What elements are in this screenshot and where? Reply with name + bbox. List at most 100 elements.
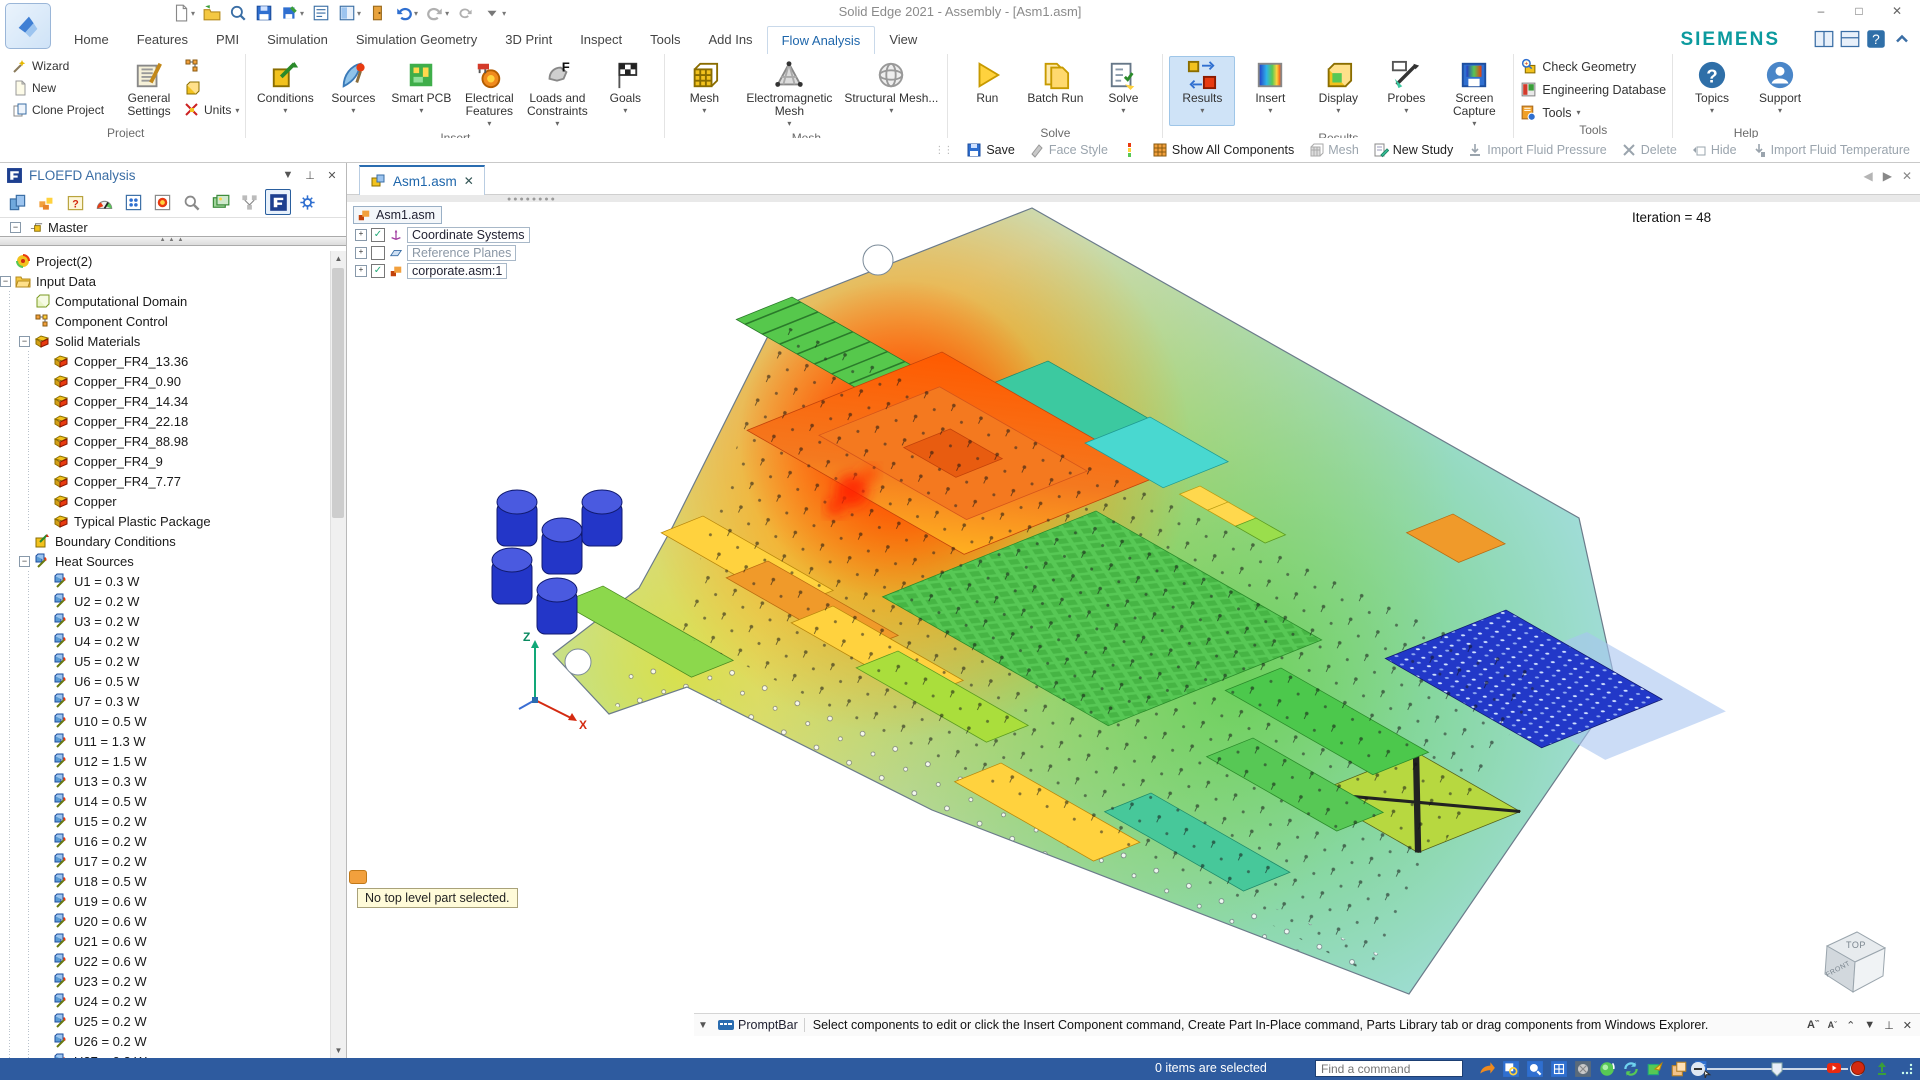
panel-tab-component-grid-icon[interactable] bbox=[33, 189, 59, 215]
tree-item[interactable]: U1 = 0.3 W bbox=[0, 571, 331, 591]
ribbon-tab-tools[interactable]: Tools bbox=[636, 26, 694, 54]
prompt-bar-label[interactable]: PromptBar bbox=[712, 1018, 805, 1032]
fit-icon[interactable] bbox=[1550, 1060, 1568, 1078]
pin-icon[interactable]: ⊥ bbox=[302, 169, 318, 182]
ribbon-button-batch-run[interactable]: Batch Run bbox=[1022, 56, 1088, 126]
overlay-item[interactable]: + ✓ Coordinate Systems bbox=[355, 227, 530, 243]
ribbon-iconbutton-component-structure-icon[interactable] bbox=[184, 56, 239, 76]
ribbon-button-insert[interactable]: Insert▾ bbox=[1237, 56, 1303, 126]
window-layout-icon[interactable] bbox=[1840, 29, 1860, 49]
tree-item[interactable]: U16 = 0.2 W bbox=[0, 831, 331, 851]
command-arrow-icon[interactable] bbox=[1478, 1060, 1496, 1078]
panel-tab-help-folder-icon[interactable]: ? bbox=[62, 189, 88, 215]
ribbon-button-conditions[interactable]: Conditions▾ bbox=[252, 56, 318, 126]
tree-item[interactable]: U3 = 0.2 W bbox=[0, 611, 331, 631]
toolbar-button-bar-style-icon[interactable] bbox=[1122, 142, 1138, 158]
tree-item[interactable]: Boundary Conditions bbox=[0, 531, 331, 551]
tree-item[interactable]: U27 = 0.2 W bbox=[0, 1051, 331, 1058]
tree-item[interactable]: U13 = 0.3 W bbox=[0, 771, 331, 791]
overlay-item[interactable]: + ✓ corporate.asm:1 bbox=[355, 263, 530, 279]
ribbon-button-wizard[interactable]: Wizard bbox=[12, 56, 114, 76]
expander-icon[interactable]: + bbox=[355, 247, 367, 259]
ribbon-button-mesh[interactable]: Mesh▾ bbox=[671, 56, 737, 126]
app-logo-button[interactable] bbox=[5, 3, 51, 49]
window-tile-icon[interactable] bbox=[1814, 29, 1834, 49]
tree-item[interactable]: U24 = 0.2 W bbox=[0, 991, 331, 1011]
ribbon-button-electrical-features[interactable]: Electrical Features▾ bbox=[456, 56, 522, 131]
ribbon-tab-inspect[interactable]: Inspect bbox=[566, 26, 636, 54]
expander-icon[interactable]: − bbox=[10, 222, 21, 233]
ribbon-button-goals[interactable]: Goals▾ bbox=[592, 56, 658, 126]
close-all-icon[interactable]: ✕ bbox=[1902, 169, 1912, 183]
close-tab-icon[interactable]: ✕ bbox=[464, 174, 474, 188]
tree-item[interactable]: U26 = 0.2 W bbox=[0, 1031, 331, 1051]
view-cube[interactable]: TOP FRONT bbox=[1815, 920, 1895, 1000]
panel-tab-image-gallery-icon[interactable] bbox=[207, 189, 233, 215]
panel-tab-floefd-tab-icon[interactable] bbox=[265, 189, 291, 215]
spin-icon[interactable] bbox=[1622, 1060, 1640, 1078]
ribbon-button-probes[interactable]: Probes▾ bbox=[1373, 56, 1439, 126]
expander-icon[interactable]: − bbox=[19, 336, 30, 347]
tree-item[interactable]: U12 = 1.5 W bbox=[0, 751, 331, 771]
tree-item[interactable]: Project(2) bbox=[0, 251, 331, 271]
close-panel-icon[interactable]: ✕ bbox=[324, 169, 340, 182]
ribbon-tab-simulation[interactable]: Simulation bbox=[253, 26, 342, 54]
toolbar-button-mesh[interactable]: Mesh bbox=[1308, 142, 1359, 158]
tree-item[interactable]: U20 = 0.6 W bbox=[0, 911, 331, 931]
ribbon-tab-features[interactable]: Features bbox=[123, 26, 202, 54]
panel-tab-gauge-icon[interactable] bbox=[91, 189, 117, 215]
ribbon-button-tools[interactable]: Tools▾ bbox=[1520, 102, 1666, 123]
tree-item[interactable]: U7 = 0.3 W bbox=[0, 691, 331, 711]
upload-icon[interactable] bbox=[1874, 1060, 1892, 1078]
maximize-button[interactable]: □ bbox=[1842, 0, 1876, 22]
next-tab-icon[interactable]: ▶ bbox=[1883, 169, 1892, 183]
ribbon-button-check-geometry[interactable]: +Check Geometry bbox=[1520, 56, 1666, 77]
find-command-input[interactable] bbox=[1315, 1060, 1463, 1077]
ribbon-button-structural-mesh-[interactable]: Structural Mesh...▾ bbox=[841, 56, 941, 126]
overlay-root[interactable]: Asm1.asm bbox=[353, 206, 442, 224]
ribbon-tab-flow-analysis[interactable]: Flow Analysis bbox=[767, 26, 876, 54]
prev-tab-icon[interactable]: ◀ bbox=[1863, 169, 1872, 183]
toolbar-button-hide[interactable]: Hide bbox=[1691, 142, 1737, 158]
tree-item[interactable]: Copper_FR4_7.77 bbox=[0, 471, 331, 491]
pan-icon[interactable] bbox=[1574, 1060, 1592, 1078]
collapse-icon[interactable]: ⌃ bbox=[1846, 1019, 1855, 1032]
ribbon-button-results[interactable]: Results▾ bbox=[1169, 56, 1235, 126]
ribbon-button-screen-capture[interactable]: Screen Capture▾ bbox=[1441, 56, 1507, 131]
panel-tab-probe-search-icon[interactable] bbox=[178, 189, 204, 215]
tree-item[interactable]: Typical Plastic Package bbox=[0, 511, 331, 531]
tree-item[interactable]: Copper_FR4_22.18 bbox=[0, 411, 331, 431]
ribbon-button-support[interactable]: Support▾ bbox=[1747, 56, 1813, 126]
tree-item[interactable]: U21 = 0.6 W bbox=[0, 931, 331, 951]
checkbox[interactable]: ✓ bbox=[371, 228, 385, 242]
ribbon-button-engineering-database[interactable]: Engineering Database bbox=[1520, 79, 1666, 100]
scroll-thumb[interactable] bbox=[332, 268, 344, 518]
checkbox[interactable]: ✓ bbox=[371, 264, 385, 278]
window-area-icon[interactable] bbox=[1670, 1060, 1688, 1078]
tree-item[interactable]: U18 = 0.5 W bbox=[0, 871, 331, 891]
tree-item[interactable]: U6 = 0.5 W bbox=[0, 671, 331, 691]
scroll-down-icon[interactable]: ▼ bbox=[331, 1043, 346, 1058]
panel-splitter[interactable]: ▲▲▲ bbox=[0, 236, 346, 246]
tree-item[interactable]: U23 = 0.2 W bbox=[0, 971, 331, 991]
panel-tab-preview-dots-icon[interactable] bbox=[120, 189, 146, 215]
tree-item[interactable]: U11 = 1.3 W bbox=[0, 731, 331, 751]
tree-item[interactable]: Copper_FR4_0.90 bbox=[0, 371, 331, 391]
toolbar-button-show-all-components[interactable]: Show All Components bbox=[1152, 142, 1294, 158]
ribbon-button-run[interactable]: Run bbox=[954, 56, 1020, 126]
ribbon-button-general-settings[interactable]: General Settings bbox=[116, 56, 182, 126]
ribbon-button-new[interactable]: New bbox=[12, 78, 114, 98]
prompt-pin-icon[interactable]: ⊥ bbox=[1884, 1019, 1894, 1032]
tree-scrollbar[interactable]: ▲ ▼ bbox=[330, 251, 346, 1058]
resize-grip-icon[interactable] bbox=[1898, 1060, 1916, 1078]
tree-item[interactable]: Copper_FR4_13.36 bbox=[0, 351, 331, 371]
common-views-icon[interactable] bbox=[1646, 1060, 1664, 1078]
ribbon-button-topics[interactable]: ?Topics▾ bbox=[1679, 56, 1745, 126]
tree-item[interactable]: −Solid Materials bbox=[0, 331, 331, 351]
tree-item[interactable]: U4 = 0.2 W bbox=[0, 631, 331, 651]
tree-item[interactable]: Copper_FR4_9 bbox=[0, 451, 331, 471]
tree-item[interactable]: Copper_FR4_14.34 bbox=[0, 391, 331, 411]
checkbox[interactable] bbox=[371, 246, 385, 260]
model-canvas[interactable]: Asm1.asm + ✓ Coordinate Systems + Refere… bbox=[347, 202, 1920, 1036]
expander-icon[interactable]: − bbox=[19, 556, 30, 567]
